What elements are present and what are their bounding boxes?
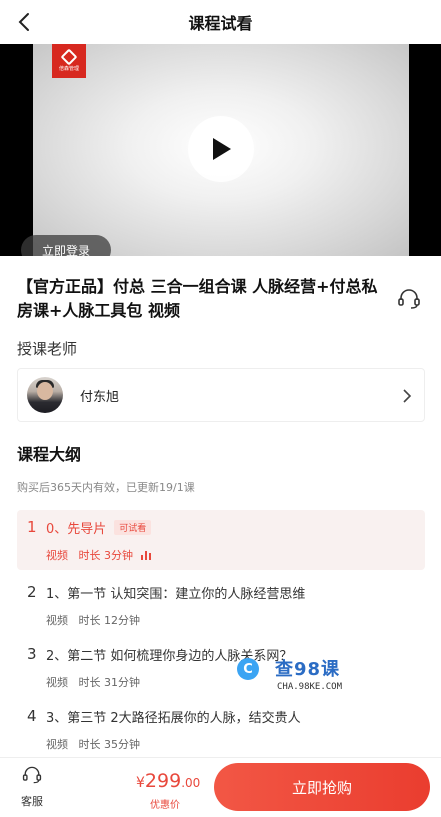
lesson-number: 1: [27, 518, 37, 536]
play-icon: [213, 138, 231, 160]
lesson-meta: 视频 时长 3分钟: [46, 547, 151, 563]
watermark-icon: C: [237, 658, 259, 680]
lesson-number: 4: [27, 707, 37, 725]
lesson-item[interactable]: 2 1、第一节 认知突围：建立你的人脉经营思维 视频 时长 12分钟: [17, 575, 425, 635]
lesson-item[interactable]: 1 0、先导片 可试看 视频 时长 3分钟: [17, 510, 425, 570]
teacher-card[interactable]: 付东旭: [17, 368, 425, 422]
headset-icon: [22, 766, 42, 784]
login-button[interactable]: 立即登录: [21, 235, 111, 256]
watermark-url: CHA.98KE.COM: [277, 682, 343, 692]
outline-subtitle: 购买后365天内有效，已更新19/1课: [17, 481, 195, 494]
price: ¥299.00: [136, 770, 201, 792]
lesson-number: 2: [27, 583, 37, 601]
lesson-meta: 视频 时长 31分钟: [46, 676, 140, 689]
watermark-text: 查98课: [275, 659, 341, 680]
lesson-number: 3: [27, 645, 37, 663]
trial-badge: 可试看: [114, 520, 152, 535]
lesson-meta: 视频 时长 12分钟: [46, 614, 140, 627]
lesson-name: 3、第三节 2大路径拓展你的人脉，结交贵人: [46, 711, 301, 726]
back-button[interactable]: [8, 6, 40, 38]
customer-service-tab[interactable]: 客服: [12, 764, 52, 809]
play-button[interactable]: [188, 116, 254, 182]
buy-now-button[interactable]: 立即抢购: [214, 763, 430, 811]
page-title: 课程试看: [188, 14, 253, 33]
headset-icon: [398, 289, 420, 309]
price-tag: 优惠价: [150, 800, 180, 811]
teacher-name: 付东旭: [80, 389, 120, 405]
lesson-item[interactable]: 3 2、第二节 如何梳理你身边的人脉关系网？ 视频 时长 31分钟: [17, 637, 425, 697]
avatar: [27, 377, 63, 413]
customer-service-label: 客服: [21, 795, 43, 808]
top-bar: 课程试看: [0, 0, 441, 44]
brand-logo-text: 倍森管理: [58, 65, 79, 72]
lesson-name: 1、第一节 认知突围：建立你的人脉经营思维: [46, 587, 306, 602]
chevron-right-icon: [403, 389, 412, 403]
lesson-name: 0、先导片 可试看: [46, 518, 152, 537]
customer-service-button[interactable]: [396, 286, 422, 312]
watermark: C 查98课 CHA.98KE.COM: [237, 655, 353, 695]
brand-logo: 倍森管理: [52, 44, 86, 78]
outline-title: 课程大纲: [17, 445, 82, 464]
lesson-meta: 视频 时长 35分钟: [46, 738, 140, 751]
playing-bars-icon: [141, 551, 151, 560]
bottom-bar: 客服 ¥299.00 优惠价 立即抢购: [0, 757, 441, 817]
course-title: 【官方正品】付总 三合一组合课 人脉经营+付总私房课+人脉工具包 视频: [17, 277, 378, 320]
teacher-section-label: 授课老师: [17, 340, 78, 358]
lesson-item[interactable]: 4 3、第三节 2大路径拓展你的人脉，结交贵人 视频 时长 35分钟: [17, 699, 425, 759]
chevron-left-icon: [18, 13, 29, 31]
